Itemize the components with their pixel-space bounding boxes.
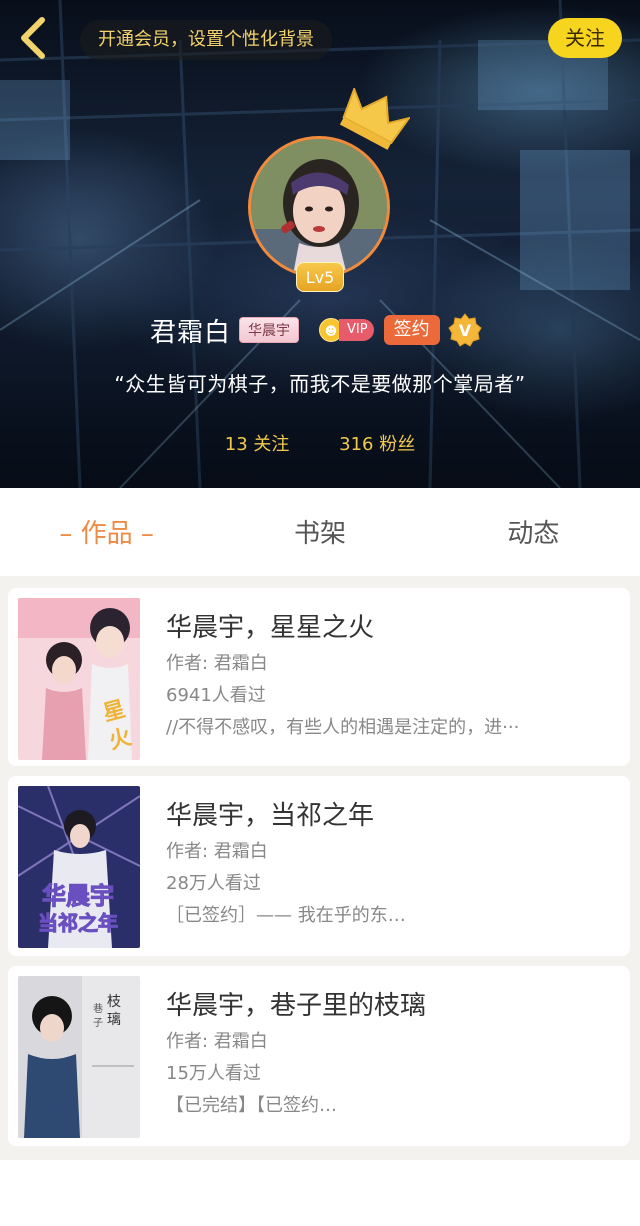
vip-label: VIP: [339, 319, 374, 341]
book-cover: 枝 璃 巷 子: [18, 976, 140, 1138]
book-card[interactable]: 星 火 华晨宇，星星之火 作者: 君霜白 6941人看过 //不得不感叹，有些人…: [8, 588, 630, 766]
book-title: 华晨宇，巷子里的枝璃: [166, 991, 427, 1021]
tab-bookshelf[interactable]: 书架: [213, 488, 426, 576]
book-author: 作者: 君霜白: [166, 841, 268, 862]
tab-activity[interactable]: 动态: [427, 488, 640, 576]
book-card[interactable]: 华晨宇 当祁之年 华晨宇，当祁之年 作者: 君霜白 28万人看过 ［已签约］——…: [8, 776, 630, 956]
book-views: 6941人看过: [166, 685, 266, 706]
vip-badge: ☻ VIP: [319, 318, 374, 342]
svg-text:璃: 璃: [107, 1011, 121, 1028]
follow-stats: 13 关注 316 粉丝: [0, 430, 640, 456]
profile-header: 开通会员，设置个性化背景 关注 Lv5 君霜白 华晨宇 ☻ VIP 签约 V “…: [0, 0, 640, 488]
book-cover-image: 星 火: [18, 598, 140, 760]
book-cover-image: 枝 璃 巷 子: [18, 976, 140, 1138]
book-cover: 星 火: [18, 598, 140, 760]
book-info: 华晨宇，星星之火 作者: 君霜白 6941人看过 //不得不感叹，有些人的相遇是…: [166, 608, 606, 744]
svg-text:V: V: [458, 321, 471, 340]
svg-text:华晨宇: 华晨宇: [42, 882, 114, 910]
followers-count[interactable]: 316 粉丝: [339, 430, 415, 456]
back-chevron-icon: [21, 17, 45, 59]
level-badge: Lv5: [296, 262, 344, 292]
fan-tag-badge: 华晨宇: [239, 317, 300, 343]
book-author: 作者: 君霜白: [166, 1031, 268, 1052]
svg-text:子: 子: [93, 1017, 103, 1029]
avatar-image: [251, 139, 387, 275]
book-title: 华晨宇，星星之火: [166, 613, 375, 643]
back-button[interactable]: [14, 16, 54, 60]
svg-text:当祁之年: 当祁之年: [38, 911, 118, 935]
avatar[interactable]: [248, 136, 390, 278]
vip-background-prompt[interactable]: 开通会员，设置个性化背景: [80, 20, 332, 60]
book-description: //不得不感叹，有些人的相遇是注定的，进···: [166, 717, 520, 738]
book-author: 作者: 君霜白: [166, 653, 268, 674]
profile-tabs: – 作品 – 书架 动态: [0, 488, 640, 576]
user-info-row: 君霜白 华晨宇 ☻ VIP 签约 V: [150, 310, 482, 350]
follow-button[interactable]: 关注: [548, 18, 622, 58]
book-cover: 华晨宇 当祁之年: [18, 786, 140, 948]
book-info: 华晨宇，巷子里的枝璃 作者: 君霜白 15万人看过 【已完结】【已签约…: [166, 986, 606, 1122]
following-count[interactable]: 13 关注: [225, 430, 290, 456]
book-card[interactable]: 枝 璃 巷 子 华晨宇，巷子里的枝璃 作者: 君霜白 15万人看过 【已完结】【…: [8, 966, 630, 1146]
tab-works[interactable]: – 作品 –: [0, 488, 213, 576]
user-name: 君霜白: [150, 317, 232, 348]
user-motto: “众生皆可为棋子，而我不是要做那个掌局者”: [114, 372, 526, 396]
book-cover-image: 华晨宇 当祁之年: [18, 786, 140, 948]
signed-badge: 签约: [383, 315, 440, 345]
book-description: ［已签约］—— 我在乎的东…: [166, 905, 406, 926]
svg-text:巷: 巷: [93, 1003, 103, 1015]
book-info: 华晨宇，当祁之年 作者: 君霜白 28万人看过 ［已签约］—— 我在乎的东…: [166, 796, 606, 932]
book-views: 28万人看过: [166, 873, 261, 894]
verified-v-icon: V: [447, 313, 482, 347]
book-description: 【已完结】【已签约…: [166, 1095, 337, 1116]
bottom-spacer: [0, 1160, 640, 1226]
book-title: 华晨宇，当祁之年: [166, 801, 375, 831]
svg-text:枝: 枝: [107, 994, 121, 1010]
book-views: 15万人看过: [166, 1063, 261, 1084]
